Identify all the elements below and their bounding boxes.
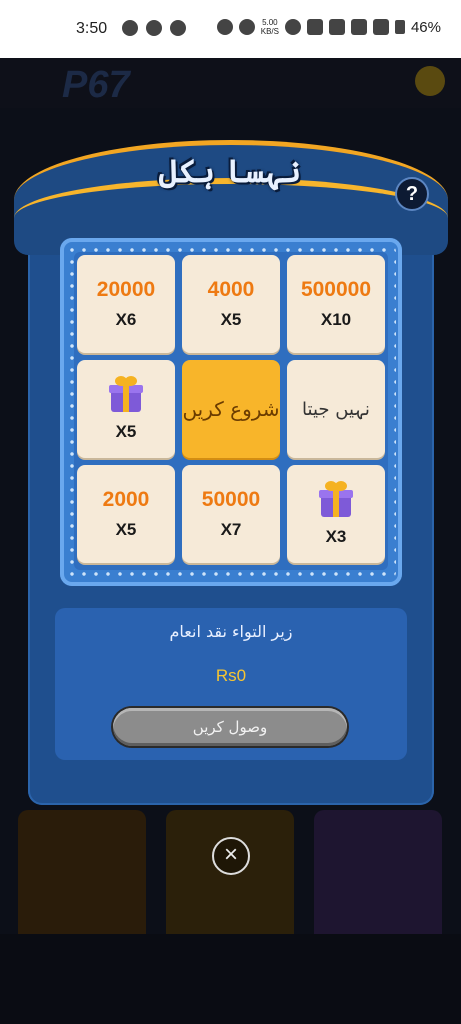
pending-cash-value: Rs0 xyxy=(215,666,247,685)
pending-cash-label: زیر التواء نقد انعام xyxy=(169,622,293,641)
notification-icons xyxy=(122,20,186,36)
gift-icon xyxy=(107,376,145,412)
prize-multiplier: X10 xyxy=(320,310,352,329)
wifi-icon xyxy=(284,19,301,35)
start-button[interactable]: شروع کریں xyxy=(182,360,280,458)
prize-amount: 2000 xyxy=(102,488,150,511)
prize-multiplier: X6 xyxy=(115,310,137,329)
battery-level: 46% xyxy=(410,18,441,36)
prize-grid: 20000 X6 4000 X5 500000 X10 X5 شروع کریں… xyxy=(74,252,388,570)
prize-amount: 20000 xyxy=(96,278,156,301)
chrome-icon xyxy=(146,20,162,36)
call-icon xyxy=(306,19,323,35)
prize-cell: 4000 X5 xyxy=(182,255,280,353)
background-nav-bar xyxy=(0,934,461,1024)
prize-multiplier: X5 xyxy=(115,520,137,539)
prize-grid-frame: 20000 X6 4000 X5 500000 X10 X5 شروع کریں… xyxy=(60,238,402,586)
app-logo: P67 xyxy=(62,64,130,106)
prize-cell: 20000 X6 xyxy=(77,255,175,353)
prize-multiplier: X3 xyxy=(325,527,347,546)
no-win-cell: نہیں جیتا xyxy=(287,360,385,458)
close-button[interactable]: × xyxy=(212,837,250,875)
pending-cash-panel: زیر التواء نقد انعام Rs0 وصول کریں xyxy=(55,608,407,760)
status-time: 3:50 xyxy=(76,20,108,37)
gift-cell: X3 xyxy=(287,465,385,563)
status-bar: 3:50 5.00 KB/S 46% xyxy=(0,0,461,58)
prize-amount: 500000 xyxy=(300,278,372,301)
network-speed: 5.00 KB/S xyxy=(260,18,279,36)
mute-icon xyxy=(238,19,255,35)
system-icons: 5.00 KB/S 46% xyxy=(216,18,441,36)
prize-amount: 4000 xyxy=(207,278,255,301)
alarm-icon xyxy=(216,19,233,35)
prize-cell: 50000 X7 xyxy=(182,465,280,563)
prize-multiplier: X5 xyxy=(220,310,242,329)
modal-title: نہسا ہکل xyxy=(158,152,302,190)
no-win-label: نہیں جیتا xyxy=(302,398,370,420)
prize-cell: 500000 X10 xyxy=(287,255,385,353)
collect-button[interactable]: وصول کریں xyxy=(113,708,347,746)
help-button[interactable]: ? xyxy=(395,177,429,211)
coin-icon xyxy=(415,66,445,96)
prize-multiplier: X5 xyxy=(115,422,137,441)
signal-icon xyxy=(350,19,367,35)
prize-cell: 2000 X5 xyxy=(77,465,175,563)
battery-icon xyxy=(394,20,405,34)
app-icon xyxy=(170,20,186,36)
prize-amount: 50000 xyxy=(201,488,261,511)
signal-icon-2 xyxy=(372,19,389,35)
prize-multiplier: X7 xyxy=(220,520,242,539)
gift-cell: X5 xyxy=(77,360,175,458)
gift-icon xyxy=(317,481,355,517)
start-label: شروع کریں xyxy=(182,397,280,421)
volte-icon xyxy=(328,19,345,35)
whatsapp-icon xyxy=(122,20,138,36)
background-header: P67 xyxy=(0,58,461,108)
